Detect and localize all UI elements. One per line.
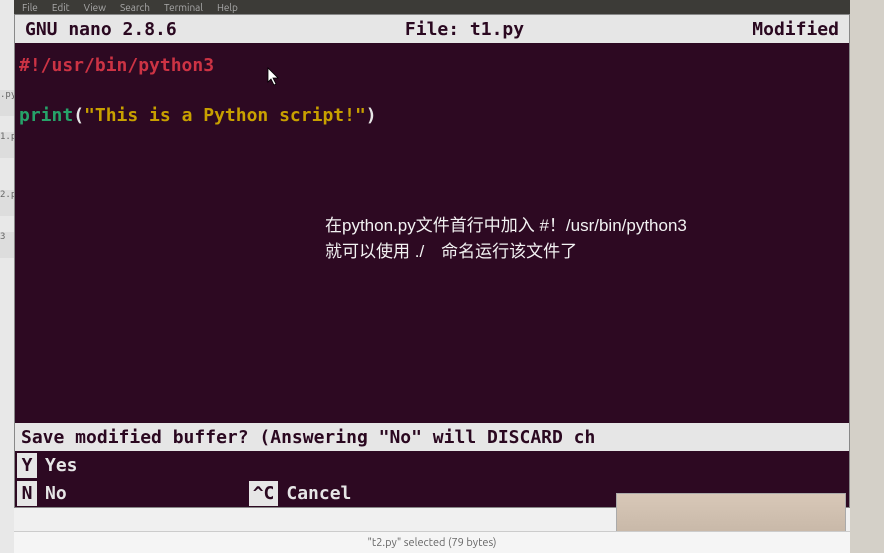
nano-title-bar: GNU nano 2.8.6 File: t1.py Modified — [15, 15, 849, 43]
menu-file[interactable]: File — [22, 2, 38, 13]
yes-key: Y — [17, 453, 37, 478]
string-literal: "This is a Python script!" — [84, 105, 366, 126]
option-no[interactable]: N No — [15, 481, 67, 506]
file-manager-statusbar: "t2.py" selected (79 bytes) — [14, 531, 850, 553]
annotation-line-1: 在python.py文件首行中加入 #！/usr/bin/python3 — [325, 213, 687, 239]
code-line-2 — [19, 78, 845, 103]
shebang-comment: #!/usr/bin/python3 — [19, 55, 214, 76]
statusbar-text: "t2.py" selected (79 bytes) — [367, 537, 496, 549]
left-file-strip: .py 1.p 2.p 3 — [0, 0, 14, 553]
terminal-window[interactable]: GNU nano 2.8.6 File: t1.py Modified #!/u… — [14, 14, 850, 508]
paren-close: ) — [366, 105, 377, 126]
no-key: N — [17, 481, 37, 506]
nano-file-label: File: t1.py — [405, 19, 524, 40]
file-tab[interactable]: 1.p — [0, 132, 14, 158]
paren-open: ( — [73, 105, 84, 126]
nano-modified-status: Modified — [752, 19, 839, 40]
overlay-annotation: 在python.py文件首行中加入 #！/usr/bin/python3 就可以… — [325, 213, 687, 264]
menu-help[interactable]: Help — [217, 2, 238, 13]
menu-search[interactable]: Search — [120, 2, 150, 13]
file-tab[interactable]: 3 — [0, 232, 14, 258]
builtin-func: print — [19, 105, 73, 126]
file-tab[interactable]: 2.p — [0, 190, 14, 216]
right-background-strip — [850, 0, 884, 553]
yes-label: Yes — [45, 455, 78, 476]
code-line-3: print("This is a Python script!") — [19, 103, 845, 128]
file-tab[interactable]: .py — [0, 90, 14, 116]
annotation-line-2: 就可以使用 ./ 命名运行该文件了 — [325, 239, 687, 265]
no-label: No — [45, 483, 67, 504]
nano-app-name: GNU nano 2.8.6 — [25, 19, 177, 40]
menu-view[interactable]: View — [84, 2, 106, 13]
option-yes[interactable]: Y Yes — [15, 451, 849, 479]
menu-terminal[interactable]: Terminal — [164, 2, 203, 13]
window-menubar: File Edit View Search Terminal Help — [14, 0, 850, 14]
option-cancel[interactable]: ^C Cancel — [247, 481, 352, 506]
editor-area[interactable]: #!/usr/bin/python3 print("This is a Pyth… — [15, 43, 849, 419]
prompt-question: Save modified buffer? (Answering "No" wi… — [15, 423, 849, 451]
code-line-1: #!/usr/bin/python3 — [19, 53, 845, 78]
menu-edit[interactable]: Edit — [52, 2, 70, 13]
cancel-label: Cancel — [286, 483, 351, 504]
cancel-key: ^C — [249, 481, 279, 506]
